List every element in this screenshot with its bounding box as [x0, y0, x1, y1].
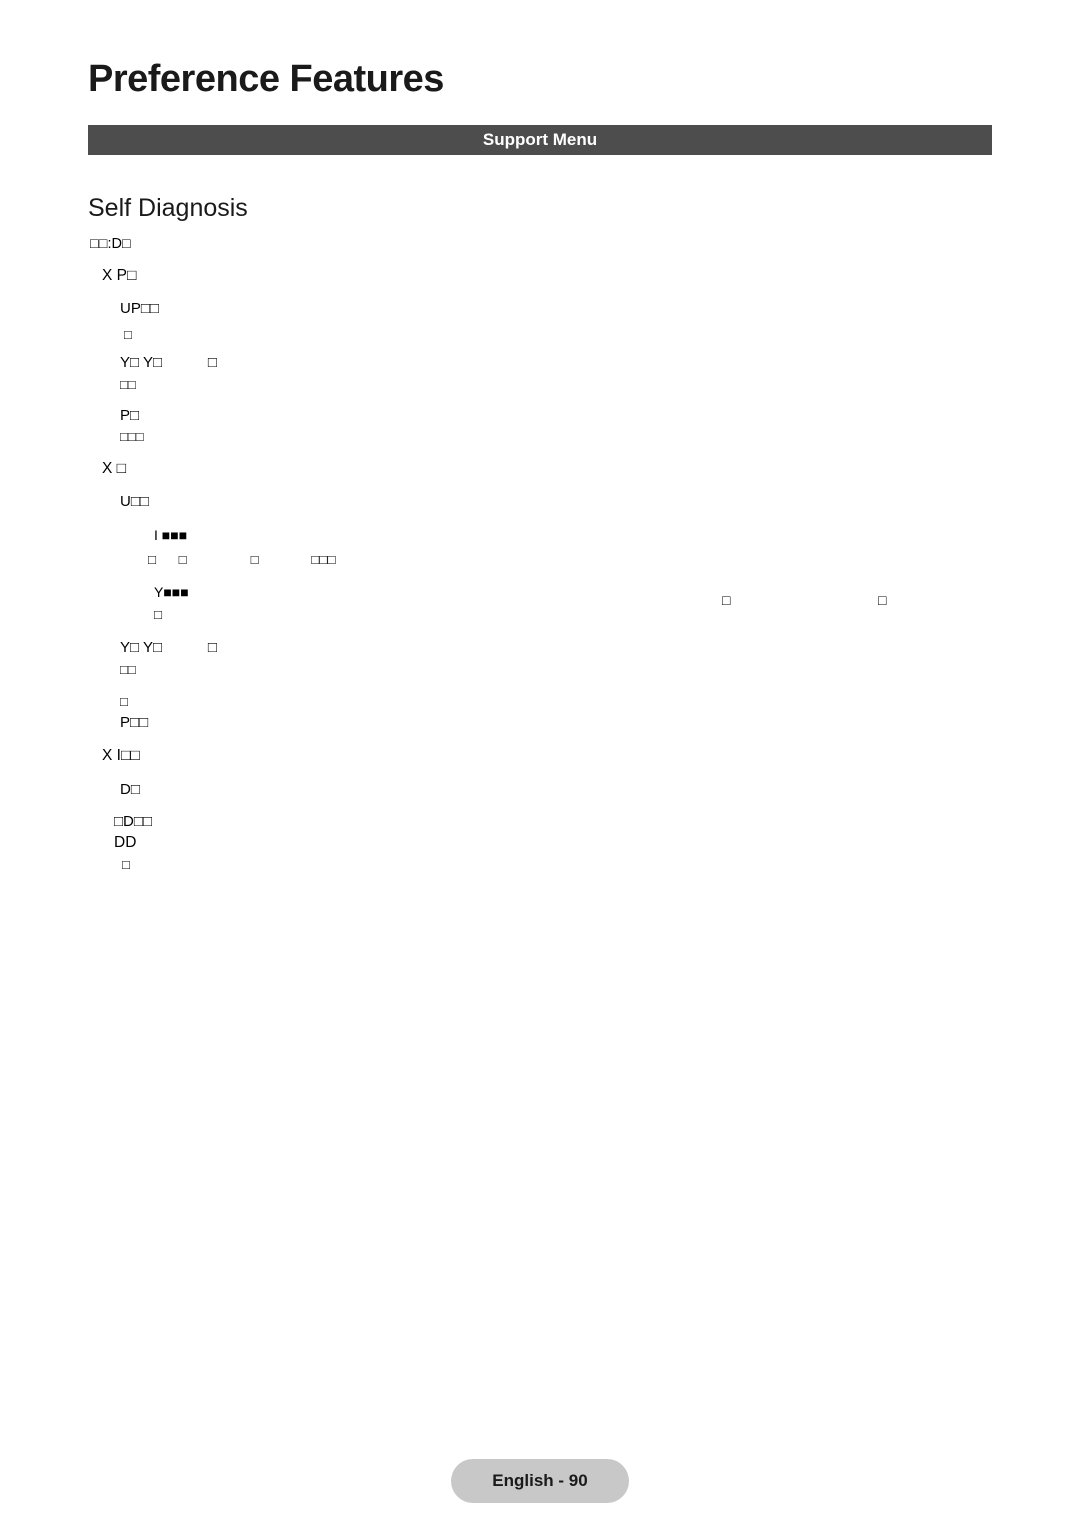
body-line-text: □ — [122, 857, 130, 872]
body-line-text: □□ — [120, 377, 136, 392]
overlay-mark: □ — [722, 592, 731, 608]
body-line: □ — [0, 856, 1080, 878]
body-line-text: I ■■■ — [154, 527, 188, 543]
body-line: □ — [0, 693, 1080, 714]
section-header-label: Support Menu — [482, 130, 598, 149]
body-line-text: X □ — [102, 460, 127, 477]
subsection-title: Self Diagnosis — [88, 194, 248, 222]
body-line: □□□ — [0, 428, 1080, 460]
body-line-text: □ — [154, 607, 163, 622]
body-line-text: □ □ □ □□□ — [148, 552, 336, 567]
body-line: Y□ Y□ □ — [0, 639, 1080, 661]
body-line-text: P□□ — [120, 714, 149, 731]
body-line: □□ — [0, 376, 1080, 407]
overlay-mark: □ — [878, 592, 887, 608]
body-line: □ — [0, 606, 1080, 639]
body-line: U□□ — [0, 493, 1080, 527]
body-line: □ □ □ □□□ — [0, 551, 1080, 584]
body-content: □□:D□ X P□ UP□□ □ Y□ Y□ □ □□ P□ □□□ X □ U□□ I ■■■ □… — [0, 236, 1080, 878]
body-line-text: X P□ — [102, 267, 137, 284]
body-line: Y□ Y□ □ — [0, 354, 1080, 376]
body-line: □□:D□ — [0, 236, 1080, 267]
body-line-text: U□□ — [120, 493, 149, 510]
body-line: P□□ — [0, 714, 1080, 747]
body-line-text: □ — [124, 327, 132, 342]
page-number-label: English - 90 — [492, 1471, 588, 1490]
body-line: P□ — [0, 407, 1080, 428]
body-line: I ■■■ — [0, 527, 1080, 551]
body-line: X I□□ — [0, 747, 1080, 781]
body-line-text: DD — [114, 834, 137, 851]
body-line: D□ — [0, 781, 1080, 813]
document-page: Preference Features Support Menu Self Di… — [0, 0, 1080, 1534]
body-line-text: □D□□ — [114, 813, 153, 830]
body-line-text: □ — [120, 694, 128, 709]
body-line: DD — [0, 834, 1080, 856]
body-line-text: □□ — [120, 662, 136, 677]
section-header-bar: Support Menu — [88, 125, 992, 155]
body-line: X P□ — [0, 267, 1080, 300]
body-line: Y■■■ — [0, 584, 1080, 606]
body-line-text: □□:D□ — [90, 236, 131, 252]
body-line: UP□□ — [0, 300, 1080, 326]
body-line-text: D□ — [120, 781, 140, 798]
body-line-text: Y□ Y□ □ — [120, 639, 217, 656]
body-line-text: Y□ Y□ □ — [120, 354, 217, 371]
body-line-text: P□ — [120, 407, 140, 424]
page-title: Preference Features — [88, 58, 444, 100]
body-line: □□ — [0, 661, 1080, 693]
body-line-text: UP□□ — [120, 300, 159, 317]
body-line: □ — [0, 326, 1080, 354]
body-line-text: □□□ — [120, 429, 144, 444]
page-number-badge: English - 90 — [451, 1459, 629, 1503]
body-line: X □ — [0, 460, 1080, 493]
body-line-text: X I□□ — [102, 747, 140, 764]
body-line-text: Y■■■ — [154, 584, 189, 600]
body-line: □D□□ — [0, 813, 1080, 834]
